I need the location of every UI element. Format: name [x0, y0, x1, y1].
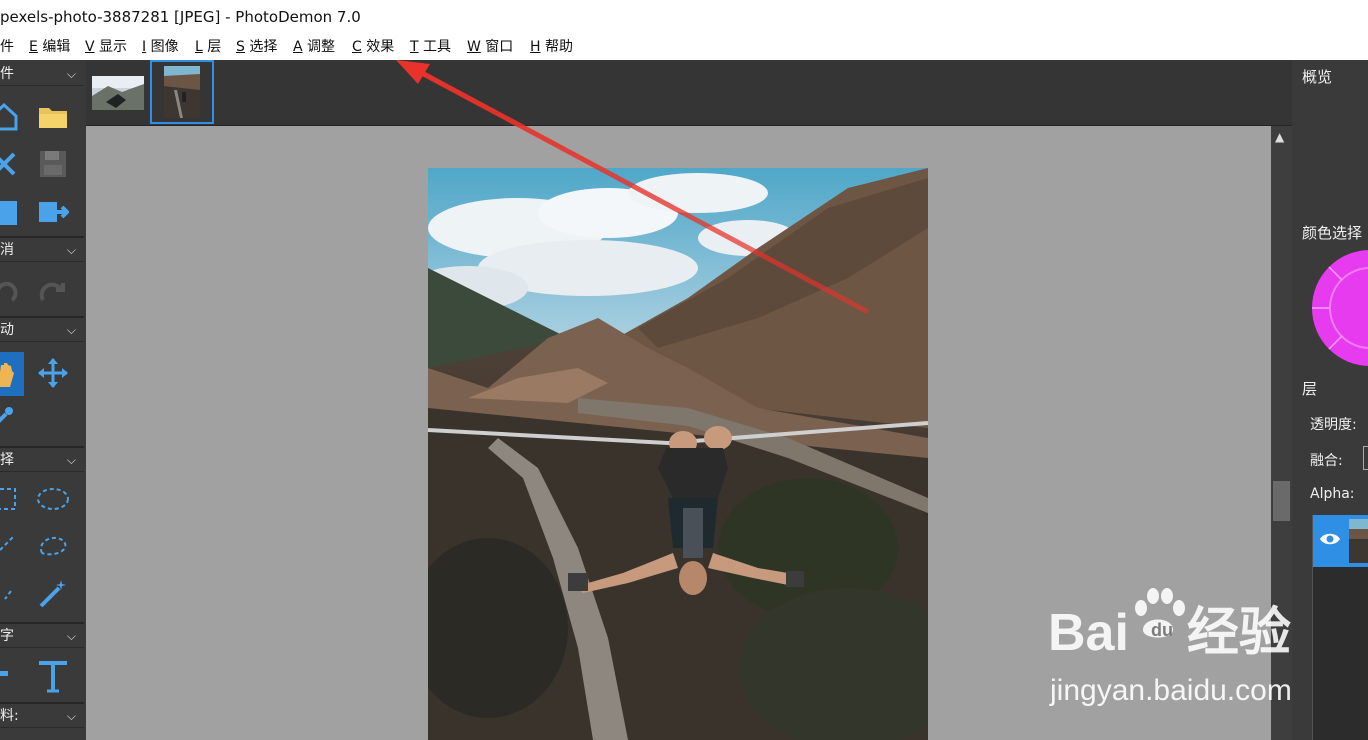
- eye-visibility-icon[interactable]: [1319, 531, 1341, 551]
- blend-mode-select[interactable]: [1363, 446, 1368, 470]
- menu-adjust[interactable]: A 调整: [293, 34, 335, 60]
- menu-edit[interactable]: E 编辑: [29, 34, 70, 60]
- section-materials-header[interactable]: 料: ⌵: [0, 704, 84, 728]
- image-thumbnail-1[interactable]: [88, 62, 150, 124]
- left-toolbox: 件 ⌵ 消 ⌵ 动 ⌵ 择 ⌵ 字 ⌵ 料: ⌵: [0, 60, 86, 740]
- layer-thumbnail: [1349, 519, 1368, 563]
- home-icon[interactable]: [0, 98, 22, 134]
- chevron-down-icon[interactable]: ⌵: [67, 318, 76, 342]
- layer-item[interactable]: [1313, 515, 1368, 567]
- menu-view[interactable]: V 显示: [85, 34, 127, 60]
- blend-mode-label: 融合:: [1310, 453, 1343, 469]
- svg-text:du: du: [1151, 620, 1173, 640]
- menu-window[interactable]: W 窗口: [467, 34, 513, 60]
- menu-tools[interactable]: T 工具: [410, 34, 451, 60]
- menu-layer[interactable]: L 层: [195, 34, 221, 60]
- menu-select[interactable]: S 选择: [236, 34, 277, 60]
- menu-help[interactable]: H 帮助: [530, 34, 573, 60]
- menu-bar: 件 E 编辑 V 显示 I 图像 L 层 S 选择 A 调整 C 效果 T 工具…: [0, 34, 1368, 60]
- scrollbar-thumb[interactable]: [1273, 481, 1290, 521]
- chevron-down-icon[interactable]: ⌵: [67, 62, 76, 86]
- window-title-bar: pexels-photo-3887281 [JPEG] - PhotoDemon…: [0, 0, 1368, 34]
- scroll-up-icon[interactable]: ▲: [1275, 130, 1284, 144]
- alpha-label: Alpha:: [1310, 486, 1355, 502]
- paw-logo-icon: du: [1129, 588, 1187, 642]
- section-text-header[interactable]: 字 ⌵: [0, 624, 84, 648]
- save-icon[interactable]: [35, 146, 71, 182]
- layers-title: 层: [1302, 380, 1318, 398]
- lasso-select-icon[interactable]: [35, 528, 71, 564]
- menu-file[interactable]: 件: [0, 34, 14, 60]
- hand-tool-icon[interactable]: [0, 352, 24, 396]
- color-selector-title: 颜色选择: [1302, 224, 1363, 242]
- chevron-down-icon[interactable]: ⌵: [67, 704, 76, 728]
- image-thumbnail-2-active[interactable]: [150, 60, 214, 124]
- chevron-down-icon[interactable]: ⌵: [67, 448, 76, 472]
- open-folder-icon[interactable]: [35, 98, 71, 134]
- color-wheel[interactable]: [1310, 248, 1368, 368]
- save-copy-icon[interactable]: [0, 194, 22, 230]
- magic-wand-icon[interactable]: [35, 576, 71, 612]
- chevron-down-icon[interactable]: ⌵: [67, 238, 76, 262]
- section-move-header[interactable]: 动 ⌵: [0, 318, 84, 342]
- menu-effects[interactable]: C 效果: [352, 34, 394, 60]
- baidu-watermark: Bai du 经验 jingyan.baidu.com: [1048, 588, 1348, 720]
- image-canvas[interactable]: [428, 168, 928, 740]
- shape-tool-icon[interactable]: [0, 658, 22, 694]
- export-icon[interactable]: [35, 194, 71, 230]
- rect-select-icon[interactable]: [0, 481, 22, 517]
- section-undo-header[interactable]: 消 ⌵: [0, 238, 84, 262]
- close-icon[interactable]: [0, 146, 22, 182]
- move-tool-icon[interactable]: [35, 355, 71, 391]
- redo-icon[interactable]: [35, 274, 71, 310]
- chevron-down-icon[interactable]: ⌵: [67, 624, 76, 648]
- window-title: pexels-photo-3887281 [JPEG] - PhotoDemon…: [0, 8, 361, 26]
- section-file-header[interactable]: 件 ⌵: [0, 62, 84, 86]
- watermark-brand: Bai du 经验: [1048, 588, 1291, 665]
- overview-title: 概览: [1302, 68, 1333, 86]
- menu-image[interactable]: I 图像: [142, 34, 179, 60]
- line-select-icon[interactable]: [0, 528, 22, 564]
- polygon-select-icon[interactable]: [0, 576, 22, 612]
- undo-icon[interactable]: [0, 274, 22, 310]
- section-select-header[interactable]: 择 ⌵: [0, 448, 84, 472]
- ellipse-select-icon[interactable]: [35, 481, 71, 517]
- text-tool-icon[interactable]: [35, 658, 71, 694]
- image-tab-strip: [86, 60, 1292, 126]
- watermark-url: jingyan.baidu.com: [1050, 674, 1292, 707]
- opacity-label: 透明度:: [1310, 417, 1357, 433]
- color-picker-icon[interactable]: [0, 398, 22, 434]
